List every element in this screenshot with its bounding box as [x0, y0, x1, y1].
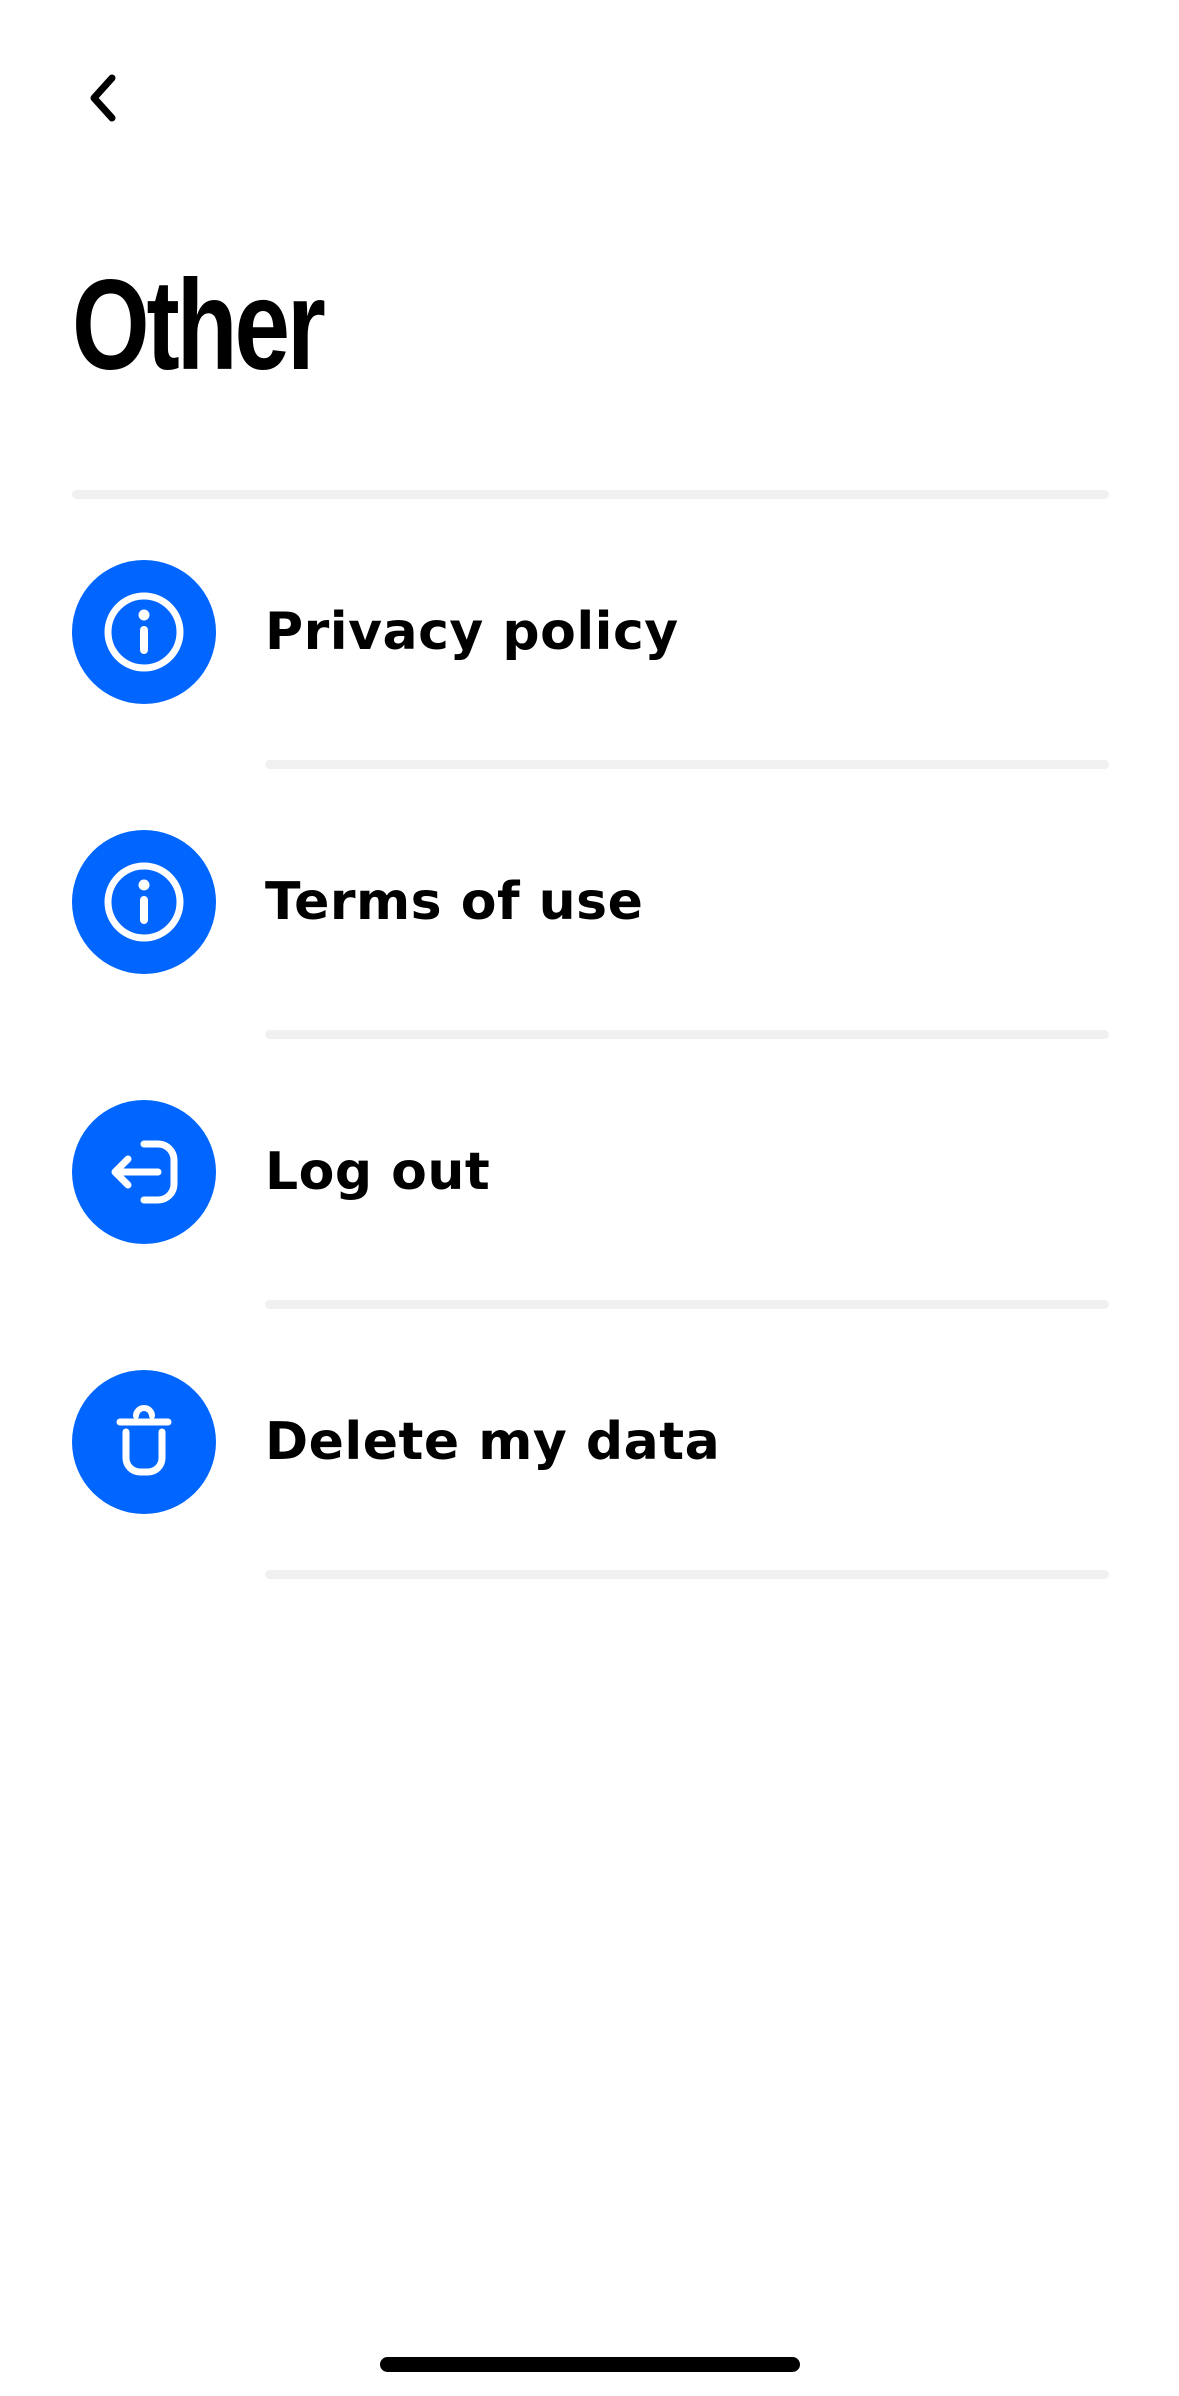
menu-divider — [265, 1570, 1109, 1579]
logout-icon — [72, 1100, 216, 1244]
menu-item-delete-my-data[interactable]: Delete my data — [72, 1370, 1109, 1579]
menu-item-label: Log out — [265, 1142, 491, 1202]
info-icon — [72, 560, 216, 704]
menu-divider — [265, 1300, 1109, 1309]
menu-item-privacy-policy[interactable]: Privacy policy — [72, 560, 1109, 769]
menu-divider — [265, 1030, 1109, 1039]
menu-item-terms-of-use[interactable]: Terms of use — [72, 830, 1109, 1039]
menu-divider — [265, 760, 1109, 769]
menu-item-label: Privacy policy — [265, 602, 679, 662]
menu-item-log-out[interactable]: Log out — [72, 1100, 1109, 1309]
menu-item-label: Terms of use — [265, 872, 644, 932]
info-icon — [72, 830, 216, 974]
settings-menu-list: Privacy policy Terms of use Log out Dele… — [0, 0, 1179, 2396]
trash-icon — [72, 1370, 216, 1514]
menu-item-label: Delete my data — [265, 1412, 721, 1472]
home-indicator[interactable] — [380, 2357, 800, 2372]
